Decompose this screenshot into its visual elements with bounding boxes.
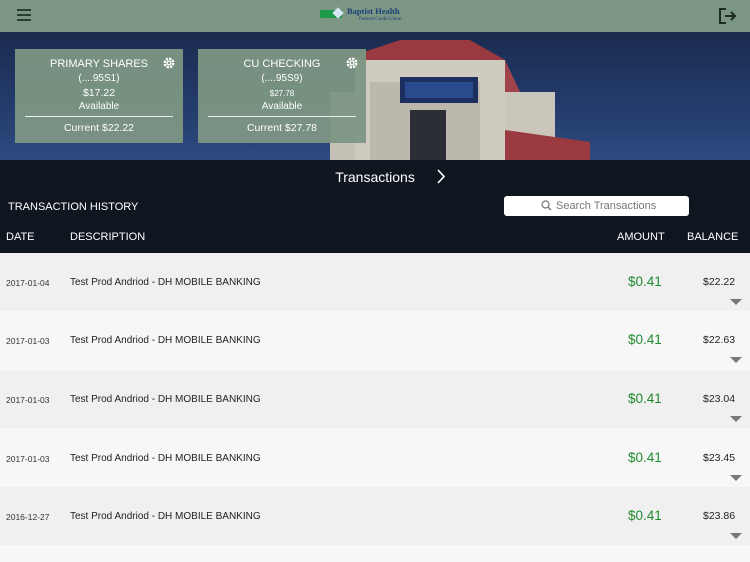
gear-icon[interactable] [162,56,176,70]
table-row[interactable]: 2017-01-03 Test Prod Andriod - DH MOBILE… [0,370,750,428]
search-input[interactable] [556,196,684,216]
search-box[interactable] [504,196,689,216]
row-description: Test Prod Andriod - DH MOBILE BANKING [70,453,261,464]
row-date: 2017-01-03 [6,454,50,464]
table-row[interactable]: 2017-01-03 Test Prod Andriod - DH MOBILE… [0,311,750,369]
transactions-title: Transactions [335,169,415,185]
chevron-right-icon[interactable] [436,169,446,184]
card-divider [208,116,356,117]
logout-icon[interactable] [719,8,737,24]
row-amount: $0.41 [628,274,662,289]
column-header-date[interactable]: DATE [6,231,35,243]
account-number: (....95S1) [78,73,120,84]
account-card-cu-checking[interactable]: CU CHECKING (....95S9) $27.78 Available … [198,49,366,143]
row-amount: $0.41 [628,450,662,465]
row-description: Test Prod Andriod - DH MOBILE BANKING [70,394,261,405]
account-number: (....95S9) [261,73,303,84]
branch-building-image [330,40,590,160]
row-date: 2016-12-27 [6,512,50,522]
transactions-nav[interactable]: Transactions [0,160,750,194]
row-amount: $0.41 [628,508,662,523]
current-balance: Current $22.22 [63,122,135,134]
transaction-history-title: TRANSACTION HISTORY [8,201,139,213]
top-bar: Baptist Health Federal Credit Union [0,0,750,33]
search-icon [541,200,552,211]
row-description: Test Prod Andriod - DH MOBILE BANKING [70,335,261,346]
account-name: PRIMARY SHARES [49,58,148,70]
card-divider [25,116,173,117]
current-balance: Current $27.78 [246,122,318,134]
table-row[interactable]: 2017-01-04 Test Prod Andriod - DH MOBILE… [0,253,750,311]
column-header-amount[interactable]: AMOUNT [617,231,665,243]
row-balance: $23.86 [703,510,736,522]
brand-name: Baptist Health [347,6,400,16]
expand-caret-icon[interactable] [730,533,742,539]
available-amount: $27.78 [269,89,295,98]
row-balance: $22.63 [703,334,736,346]
brand-sub: Federal Credit Union [359,17,402,22]
logo-mark-icon [320,10,342,18]
column-header-description[interactable]: DESCRIPTION [70,231,145,243]
expand-caret-icon[interactable] [730,416,742,422]
hamburger-menu-icon[interactable] [17,9,31,21]
row-balance: $23.04 [703,393,736,405]
gear-icon[interactable] [345,56,359,70]
row-description: Test Prod Andriod - DH MOBILE BANKING [70,511,261,522]
available-label: Available [261,101,303,112]
brand-logo: Baptist Health Federal Credit Union [320,6,420,26]
row-balance: $23.45 [703,452,736,464]
available-amount: $17.22 [82,87,116,99]
row-amount: $0.41 [628,391,662,406]
available-label: Available [78,101,120,112]
hero-banner: PRIMARY SHARES (....95S1) $17.22 Availab… [0,32,750,160]
table-row[interactable]: 2017-01-03 Test Prod Andriod - DH MOBILE… [0,429,750,487]
expand-caret-icon[interactable] [730,299,742,305]
expand-caret-icon[interactable] [730,357,742,363]
transaction-list: 2017-01-04 Test Prod Andriod - DH MOBILE… [0,253,750,562]
expand-caret-icon[interactable] [730,475,742,481]
account-card-primary-shares[interactable]: PRIMARY SHARES (....95S1) $17.22 Availab… [15,49,183,143]
row-amount: $0.41 [628,332,662,347]
row-date: 2017-01-03 [6,395,50,405]
row-description: Test Prod Andriod - DH MOBILE BANKING [70,277,261,288]
row-date: 2017-01-04 [6,278,50,288]
table-row[interactable]: 2016-12-27 Test Prod Andriod - DH MOBILE… [0,487,750,545]
account-name: CU CHECKING [243,58,321,70]
row-date: 2017-01-03 [6,336,50,346]
column-header-balance[interactable]: BALANCE [687,231,738,243]
row-balance: $22.22 [703,276,736,288]
